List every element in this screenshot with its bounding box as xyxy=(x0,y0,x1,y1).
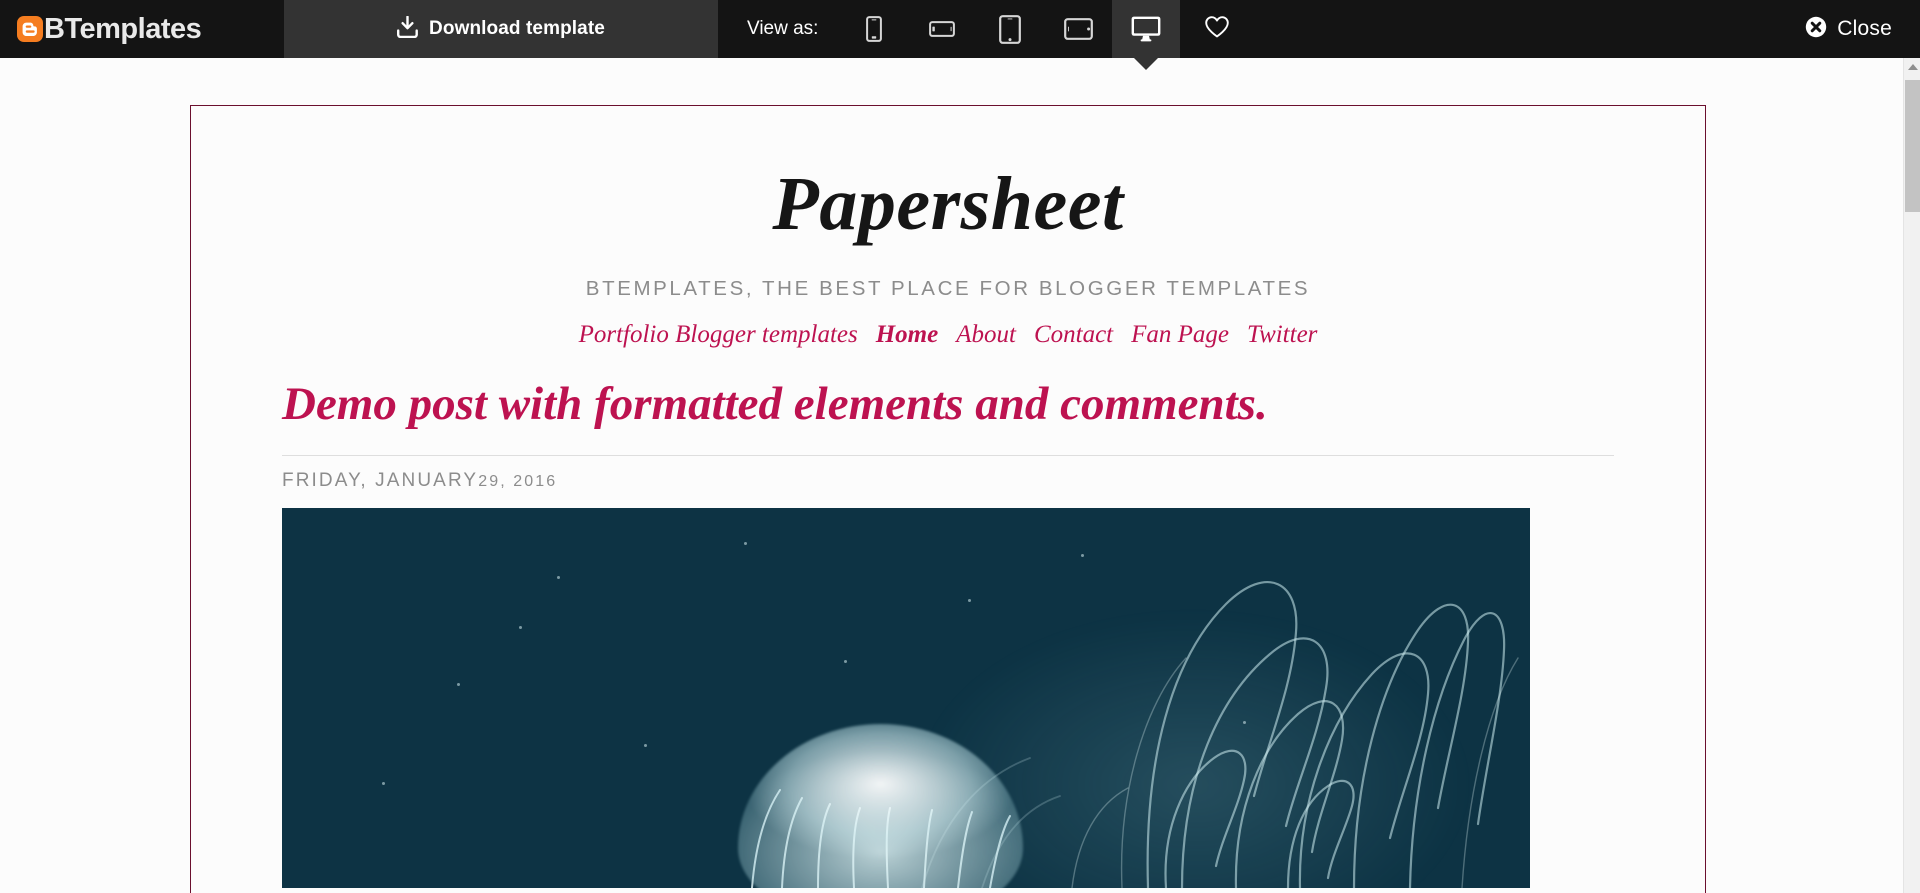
particle xyxy=(519,625,523,629)
view-as-phone-portrait-button[interactable] xyxy=(840,0,908,58)
heart-outline-icon xyxy=(1204,15,1230,44)
phone-landscape-icon xyxy=(929,21,956,37)
template-site-frame: Papersheet BTemplates, the best place fo… xyxy=(190,105,1706,893)
download-template-label: Download template xyxy=(429,18,605,39)
view-as-tablet-landscape-button[interactable] xyxy=(1044,0,1112,58)
phone-portrait-icon xyxy=(866,16,883,42)
download-template-button[interactable]: Download template xyxy=(284,0,718,58)
scroll-up-arrow-icon[interactable] xyxy=(1904,58,1920,76)
nav-link-twitter[interactable]: Twitter xyxy=(1247,321,1317,349)
blog-post: Demo post with formatted elements and co… xyxy=(282,349,1614,889)
particle xyxy=(456,682,460,686)
view-as-desktop-button[interactable] xyxy=(1112,0,1181,58)
btemplates-brand[interactable]: BTemplates xyxy=(0,0,284,58)
favorite-button[interactable] xyxy=(1186,0,1248,58)
site-tagline: BTemplates, the best place for Blogger t… xyxy=(585,277,1311,300)
view-as-group: View as: Close xyxy=(718,0,1920,58)
particle xyxy=(843,660,847,664)
site-navigation: Portfolio Blogger templates Home About Cont… xyxy=(191,321,1705,349)
preview-toolbar: BTemplates Download template View as: Cl… xyxy=(0,0,1920,58)
blogger-b-icon xyxy=(17,16,43,42)
brand-label: BTemplates xyxy=(44,12,202,45)
particle xyxy=(1080,553,1084,557)
particle xyxy=(643,743,647,747)
nav-link-fan-page[interactable]: Fan Page xyxy=(1131,321,1229,349)
close-preview-button[interactable]: Close xyxy=(1805,0,1920,58)
post-title[interactable]: Demo post with formatted elements and co… xyxy=(282,377,1614,431)
post-date: Friday, January29, 2016 xyxy=(282,456,1614,508)
nav-link-home[interactable]: Home xyxy=(876,321,939,349)
close-label: Close xyxy=(1837,17,1892,40)
view-as-phone-landscape-button[interactable] xyxy=(908,0,976,58)
nav-link-about[interactable]: About xyxy=(956,321,1016,349)
nav-link-portfolio-blogger-templates[interactable]: Portfolio Blogger templates xyxy=(579,321,858,349)
particle xyxy=(1242,720,1246,724)
post-hero-image[interactable] xyxy=(282,508,1530,889)
site-content: Papersheet BTemplates, the best place fo… xyxy=(191,106,1705,889)
scrollbar-thumb[interactable] xyxy=(1905,80,1920,212)
particle xyxy=(381,781,385,785)
view-as-tablet-portrait-button[interactable] xyxy=(976,0,1044,58)
tablet-landscape-icon xyxy=(1064,18,1093,40)
post-date-numbers: 29, 2016 xyxy=(478,473,558,491)
view-as-label: View as: xyxy=(747,18,819,39)
page-scrollbar[interactable] xyxy=(1903,58,1920,893)
site-title: Papersheet xyxy=(772,162,1124,246)
download-tray-icon xyxy=(397,15,418,43)
nav-link-contact[interactable]: Contact xyxy=(1034,321,1113,349)
desktop-monitor-icon xyxy=(1131,16,1161,42)
close-circle-icon xyxy=(1805,16,1827,43)
tablet-portrait-icon xyxy=(999,14,1022,44)
template-preview-area: Papersheet BTemplates, the best place fo… xyxy=(0,58,1903,893)
post-date-weekday-month: Friday, January xyxy=(282,470,479,492)
